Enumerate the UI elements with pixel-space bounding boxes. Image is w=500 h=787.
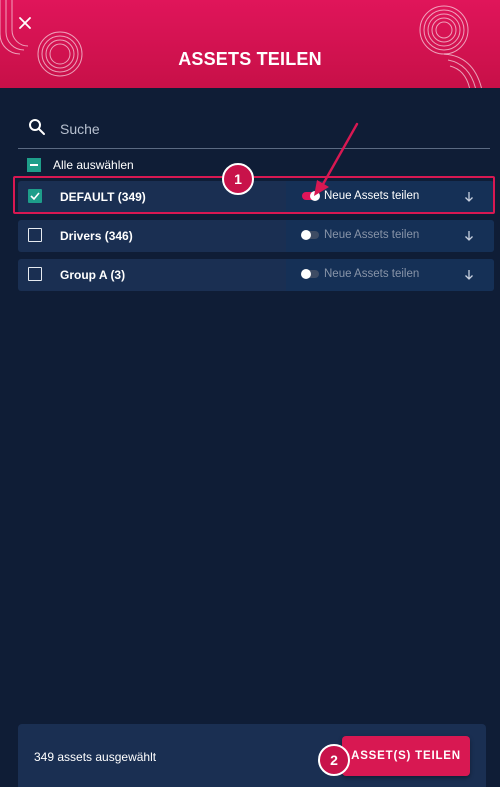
search-bar bbox=[18, 108, 490, 149]
selected-count: 349 assets ausgewählt bbox=[34, 750, 157, 764]
close-icon bbox=[19, 17, 31, 29]
select-all-label: Alle auswählen bbox=[53, 158, 134, 172]
group-row-drivers[interactable]: Drivers (346) Neue Assets teilen bbox=[18, 220, 494, 252]
share-new-assets-toggle[interactable] bbox=[301, 230, 319, 240]
group-name: Drivers (346) bbox=[60, 229, 133, 243]
share-new-assets-toggle[interactable] bbox=[301, 269, 319, 279]
select-all[interactable]: Alle auswählen bbox=[27, 157, 134, 173]
group-checkbox[interactable] bbox=[28, 267, 42, 281]
group-row-group-a[interactable]: Group A (3) Neue Assets teilen bbox=[18, 259, 494, 291]
annotation-badge-1: 1 bbox=[222, 163, 254, 195]
footer-bar: 349 assets ausgewählt ASSET(S) TEILEN bbox=[18, 724, 486, 787]
group-checkbox[interactable] bbox=[28, 228, 42, 242]
decorative-circles-icon bbox=[419, 5, 482, 88]
page-title: ASSETS TEILEN bbox=[178, 49, 322, 69]
toggle-label: Neue Assets teilen bbox=[324, 268, 420, 280]
toggle-label: Neue Assets teilen bbox=[324, 229, 420, 241]
group-name: Group A (3) bbox=[60, 268, 126, 282]
arrow-down-icon[interactable] bbox=[462, 229, 476, 243]
close-button[interactable] bbox=[14, 12, 36, 34]
modal-header: ASSETS TEILEN bbox=[0, 0, 500, 88]
search-input[interactable] bbox=[58, 116, 482, 142]
search-icon bbox=[29, 119, 45, 135]
share-new-assets-control: Neue Assets teilen bbox=[286, 220, 494, 252]
annotation-highlight-box bbox=[13, 176, 495, 214]
annotation-badge-2: 2 bbox=[318, 744, 350, 776]
share-new-assets-control: Neue Assets teilen bbox=[286, 259, 494, 291]
share-assets-button[interactable]: ASSET(S) TEILEN bbox=[342, 736, 470, 776]
annotation-arrow-icon bbox=[314, 122, 359, 196]
select-all-checkbox[interactable] bbox=[27, 158, 41, 172]
arrow-down-icon[interactable] bbox=[462, 268, 476, 282]
